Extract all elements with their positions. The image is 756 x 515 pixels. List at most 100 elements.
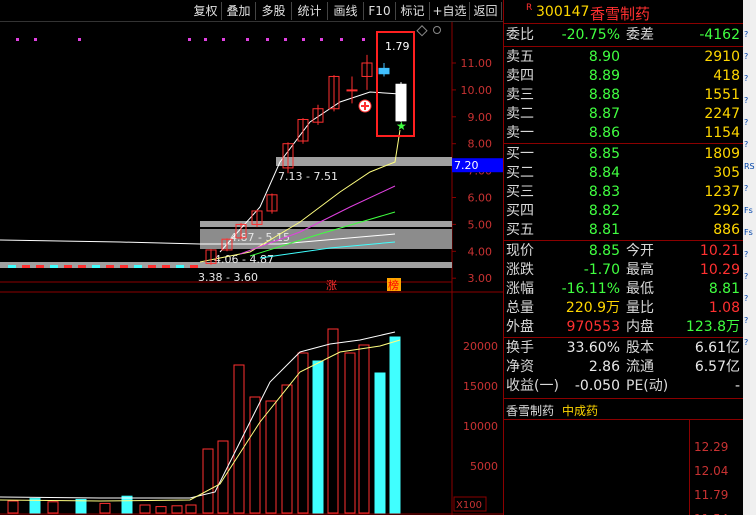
bid-row[interactable]: 买二 8.84 305 xyxy=(504,164,744,183)
side-tool-icon[interactable]: ? xyxy=(744,138,756,152)
stat-row-label: 外盘 xyxy=(506,319,534,335)
stat-row: 涨跌 -1.70 最高 10.29 xyxy=(504,261,744,280)
bid-row[interactable]: 买五 8.81 886 xyxy=(504,221,744,240)
side-tool-icon[interactable]: ? xyxy=(744,270,756,284)
stat-row-label2: 流通 xyxy=(626,359,654,375)
toolbar-button-0[interactable]: 复权 xyxy=(190,2,222,20)
bid-row[interactable]: 买三 8.83 1237 xyxy=(504,183,744,202)
ask-row[interactable]: 卖五 8.90 2910 xyxy=(504,48,744,67)
toolbar-button-4[interactable]: 画线 xyxy=(328,2,364,20)
side-tool-icon[interactable]: ? xyxy=(744,314,756,328)
stat-row-label: 收益(一) xyxy=(506,378,559,394)
candle-body xyxy=(162,265,170,268)
stat-row: 换手 33.60% 股本 6.61亿 xyxy=(504,339,744,358)
bid-label: 买五 xyxy=(506,222,534,238)
zone-label: 4.06 - 4.87 xyxy=(214,253,274,266)
side-tool-icon[interactable]: ? xyxy=(744,292,756,306)
stat-row: 现价 8.85 今开 10.21 xyxy=(504,242,744,261)
ask-row[interactable]: 卖一 8.86 1154 xyxy=(504,124,744,143)
toolbar-button-5[interactable]: F10 xyxy=(364,2,396,20)
price-tick-label: 10.00 xyxy=(461,84,493,97)
volume-bar xyxy=(75,498,87,514)
signal-dot xyxy=(340,38,343,41)
price-tag-label: 7.20 xyxy=(454,159,479,172)
side-tool-icon[interactable]: ? xyxy=(744,50,756,64)
signal-dot xyxy=(204,38,207,41)
signal-dot xyxy=(284,38,287,41)
ask-label: 卖一 xyxy=(506,125,534,141)
side-tool-icon[interactable]: Fs xyxy=(744,204,756,218)
stat-row-label2: 今开 xyxy=(626,243,654,259)
side-tool-icon[interactable]: ? xyxy=(744,336,756,350)
side-tool-icon[interactable]: ? xyxy=(744,116,756,130)
candle-body xyxy=(148,265,156,268)
bang-marker: 榜 xyxy=(388,278,399,292)
side-tool-icon[interactable]: ? xyxy=(744,248,756,262)
weibi-row-label: 委比 xyxy=(506,27,534,43)
ask-volume: 2910 xyxy=(704,49,740,65)
candle-body[interactable] xyxy=(346,89,358,92)
weibi-row-value2: -4162 xyxy=(699,27,740,43)
side-tool-icon[interactable]: ? xyxy=(744,28,756,42)
zhang-marker: 涨 xyxy=(326,279,337,292)
candle-body xyxy=(64,265,72,268)
stat-row-label: 现价 xyxy=(506,243,534,259)
side-tool-icon[interactable]: Fs xyxy=(744,226,756,240)
bid-price: 8.82 xyxy=(588,203,620,219)
divider xyxy=(504,143,744,144)
volume-tick-label: 20000 xyxy=(463,340,498,353)
toolbar-button-2[interactable]: 多股 xyxy=(256,2,292,20)
price-tick-label: 6.00 xyxy=(468,192,493,205)
candle-body xyxy=(106,265,114,268)
toolbar-button-1[interactable]: 叠加 xyxy=(222,2,256,20)
signal-dot xyxy=(222,38,225,41)
side-tool-icon[interactable]: ? xyxy=(744,94,756,108)
price-tick-label: 5.00 xyxy=(468,218,493,231)
candle-body xyxy=(176,265,184,268)
bid-volume: 305 xyxy=(713,165,740,181)
candle-body[interactable] xyxy=(378,67,390,75)
signal-dot xyxy=(302,38,305,41)
bid-price: 8.85 xyxy=(588,146,620,162)
stat-row-label2: 股本 xyxy=(626,340,654,356)
signal-dot xyxy=(246,38,249,41)
mini-tab-stock[interactable]: 香雪制药 xyxy=(506,402,554,419)
bid-row[interactable]: 买四 8.82 292 xyxy=(504,202,744,221)
toolbar-button-8[interactable]: 返回 xyxy=(470,2,502,20)
signal-dot xyxy=(188,38,191,41)
side-tool-icon[interactable]: ? xyxy=(744,72,756,86)
candle-body xyxy=(190,265,198,268)
ask-row[interactable]: 卖二 8.87 2247 xyxy=(504,105,744,124)
bid-row[interactable]: 买一 8.85 1809 xyxy=(504,145,744,164)
mini-tick-label: 11.79 xyxy=(694,488,729,502)
signal-dot xyxy=(16,38,19,41)
candle-body[interactable] xyxy=(395,83,407,122)
stat-row: 外盘 970553 内盘 123.8万 xyxy=(504,318,744,337)
stat-row-value2: 123.8万 xyxy=(685,319,740,335)
ask-volume: 1154 xyxy=(704,125,740,141)
stat-row-value2: 1.08 xyxy=(708,300,740,316)
bid-volume: 886 xyxy=(713,222,740,238)
ask-price: 8.88 xyxy=(588,87,620,103)
stat-row-value: 970553 xyxy=(566,319,620,335)
stat-row-label: 涨跌 xyxy=(506,262,534,278)
side-tool-icon[interactable]: RS xyxy=(744,160,756,174)
stat-row: 总量 220.9万 量比 1.08 xyxy=(504,299,744,318)
stat-row-value2: 10.21 xyxy=(699,243,740,259)
mini-axis-divider xyxy=(689,420,690,515)
toolbar-button-3[interactable]: 统计 xyxy=(292,2,328,20)
stat-row-value: 220.9万 xyxy=(565,300,620,316)
mini-tab-sector[interactable]: 中成药 xyxy=(562,402,598,419)
annotation-label: 1.79 xyxy=(385,40,410,53)
stat-row-label: 总量 xyxy=(506,300,534,316)
mini-tick-label: 12.04 xyxy=(694,464,729,478)
kline-chart[interactable]: 11.0010.009.008.007.006.005.004.003.007.… xyxy=(0,22,503,515)
toolbar-button-7[interactable]: +自选 xyxy=(430,2,470,20)
weibi-row-value: -20.75% xyxy=(561,27,620,43)
ask-row[interactable]: 卖四 8.89 418 xyxy=(504,67,744,86)
ask-row[interactable]: 卖三 8.88 1551 xyxy=(504,86,744,105)
side-tool-icon[interactable]: ? xyxy=(744,182,756,196)
toolbar-button-6[interactable]: 标记 xyxy=(396,2,430,20)
candle-body xyxy=(8,265,16,268)
ask-label: 卖二 xyxy=(506,106,534,122)
